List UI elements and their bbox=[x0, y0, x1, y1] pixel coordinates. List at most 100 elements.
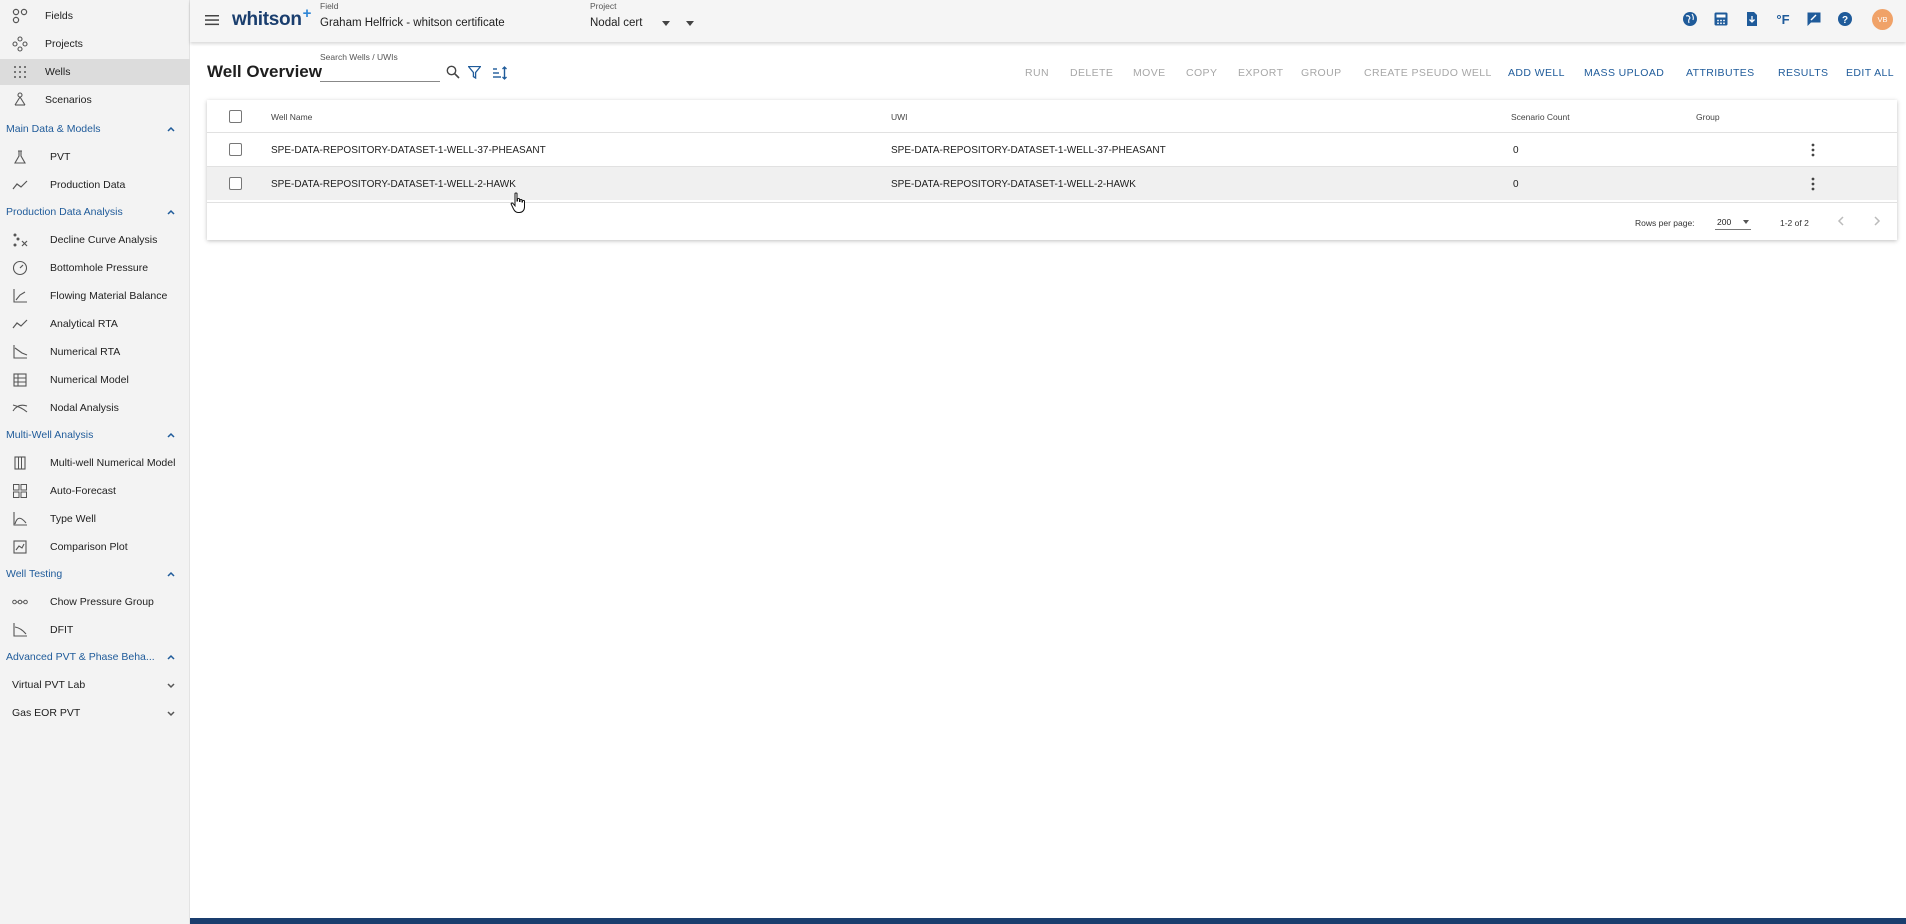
well-name-cell[interactable]: SPE-DATA-REPOSITORY-DATASET-1-WELL-37-PH… bbox=[271, 145, 546, 156]
project-caption: Project bbox=[590, 1, 617, 11]
search-field: Search Wells / UWIs bbox=[320, 52, 460, 84]
temperature-unit-toggle[interactable]: °F bbox=[1774, 10, 1792, 28]
feedback-icon[interactable] bbox=[1805, 10, 1823, 28]
sidebar-item-decline-curve-analysis[interactable]: Decline Curve Analysis bbox=[0, 227, 190, 253]
sidebar-group-gas-eor-pvt[interactable]: Gas EOR PVT bbox=[0, 701, 190, 725]
scenario-count-cell: 0 bbox=[1513, 179, 1519, 190]
sidebar-item-wells[interactable]: Wells bbox=[0, 59, 190, 85]
chart-icon bbox=[12, 288, 28, 304]
section-multi-well-analysis[interactable]: Multi-Well Analysis bbox=[0, 423, 190, 447]
hamburger-menu-icon[interactable] bbox=[204, 12, 220, 28]
filter-icon[interactable] bbox=[468, 66, 481, 79]
sidebar-item-type-well[interactable]: Type Well bbox=[0, 506, 190, 532]
globe-icon[interactable] bbox=[1681, 10, 1699, 28]
section-production-data-analysis[interactable]: Production Data Analysis bbox=[0, 200, 190, 224]
table-pagination: Rows per page: 200 1-2 of 2 bbox=[207, 202, 1897, 240]
sidebar-item-multi-well-numerical-model[interactable]: Multi-well Numerical Model bbox=[0, 450, 190, 476]
sidebar-group-label: Gas EOR PVT bbox=[12, 707, 81, 719]
edit-all-button[interactable]: EDIT ALL bbox=[1846, 67, 1894, 79]
column-header-group[interactable]: Group bbox=[1696, 112, 1720, 122]
sort-icon[interactable] bbox=[492, 66, 507, 80]
sidebar-item-dfit[interactable]: DFIT bbox=[0, 617, 190, 643]
sidebar-item-flowing-material-balance[interactable]: Flowing Material Balance bbox=[0, 283, 190, 309]
mass-upload-button[interactable]: MASS UPLOAD bbox=[1584, 67, 1664, 79]
row-checkbox[interactable] bbox=[229, 143, 242, 156]
add-well-button[interactable]: ADD WELL bbox=[1508, 67, 1565, 79]
sidebar-item-label: Production Data bbox=[50, 179, 126, 191]
chevron-left-icon[interactable] bbox=[1835, 215, 1847, 227]
section-title: Well Testing bbox=[6, 568, 63, 580]
decline-curve-icon bbox=[12, 232, 28, 248]
caret-down-icon bbox=[686, 21, 694, 26]
table-row[interactable]: SPE-DATA-REPOSITORY-DATASET-1-WELL-37-PH… bbox=[207, 132, 1897, 166]
uwi-cell: SPE-DATA-REPOSITORY-DATASET-1-WELL-2-HAW… bbox=[891, 179, 1136, 190]
decline-chart-icon bbox=[12, 344, 28, 360]
rows-per-page-select[interactable]: 200 bbox=[1715, 214, 1751, 230]
results-button[interactable]: RESULTS bbox=[1778, 67, 1828, 79]
sidebar-item-label: Analytical RTA bbox=[50, 318, 118, 330]
sidebar-item-label: DFIT bbox=[50, 624, 74, 636]
sidebar-item-bottomhole-pressure[interactable]: Bottomhole Pressure bbox=[0, 255, 190, 281]
search-input[interactable] bbox=[320, 64, 440, 82]
more-vert-icon[interactable] bbox=[1807, 143, 1819, 157]
sidebar-item-scenarios[interactable]: Scenarios bbox=[0, 87, 190, 113]
sidebar-item-numerical-model[interactable]: Numerical Model bbox=[0, 367, 190, 393]
column-header-well-name[interactable]: Well Name bbox=[271, 112, 312, 122]
row-checkbox[interactable] bbox=[229, 177, 242, 190]
sidebar-item-label: Wells bbox=[45, 66, 71, 78]
sidebar-item-label: Auto-Forecast bbox=[50, 485, 116, 497]
sidebar-item-numerical-rta[interactable]: Numerical RTA bbox=[0, 339, 190, 365]
create-pseudo-well-button[interactable]: CREATE PSEUDO WELL bbox=[1364, 67, 1492, 79]
run-button[interactable]: RUN bbox=[1025, 67, 1049, 79]
sidebar-item-analytical-rta[interactable]: Analytical RTA bbox=[0, 311, 190, 337]
wells-table: Well Name UWI Scenario Count Group SPE-D… bbox=[207, 100, 1897, 240]
sidebar-item-auto-forecast[interactable]: Auto-Forecast bbox=[0, 478, 190, 504]
app-logo[interactable]: whitson+ bbox=[232, 5, 311, 31]
well-name-cell[interactable]: SPE-DATA-REPOSITORY-DATASET-1-WELL-2-HAW… bbox=[271, 179, 516, 190]
sidebar-item-label: Fields bbox=[45, 10, 74, 22]
sidebar-item-label: Bottomhole Pressure bbox=[50, 262, 149, 274]
search-icon[interactable] bbox=[446, 65, 460, 79]
sidebar-item-chow-pressure-group[interactable]: Chow Pressure Group bbox=[0, 589, 190, 615]
delete-button[interactable]: DELETE bbox=[1070, 67, 1113, 79]
move-button[interactable]: MOVE bbox=[1133, 67, 1166, 79]
column-header-uwi[interactable]: UWI bbox=[891, 112, 908, 122]
sidebar-item-nodal-analysis[interactable]: Nodal Analysis bbox=[0, 395, 190, 421]
sidebar-item-label: Comparison Plot bbox=[50, 541, 128, 553]
page-title: Well Overview bbox=[207, 62, 322, 81]
sidebar-item-label: Multi-well Numerical Model bbox=[50, 457, 176, 469]
select-all-checkbox[interactable] bbox=[229, 110, 242, 123]
sidebar-item-pvt[interactable]: PVT bbox=[0, 144, 190, 170]
copy-button[interactable]: COPY bbox=[1186, 67, 1217, 79]
sidebar-item-comparison-plot[interactable]: Comparison Plot bbox=[0, 534, 190, 560]
group-button[interactable]: GROUP bbox=[1301, 67, 1342, 79]
sidebar-group-virtual-pvt-lab[interactable]: Virtual PVT Lab bbox=[0, 673, 190, 697]
section-main-data-models[interactable]: Main Data & Models bbox=[0, 117, 190, 141]
sidebar-item-fields[interactable]: Fields bbox=[0, 3, 190, 29]
more-vert-icon[interactable] bbox=[1807, 177, 1819, 191]
sidebar-item-label: Decline Curve Analysis bbox=[50, 234, 158, 246]
sidebar-item-label: PVT bbox=[50, 151, 71, 163]
document-download-icon[interactable] bbox=[1743, 10, 1761, 28]
user-avatar[interactable]: VB bbox=[1872, 9, 1893, 30]
chevron-right-icon[interactable] bbox=[1871, 215, 1883, 227]
sidebar-item-projects[interactable]: Projects bbox=[0, 31, 190, 57]
export-button[interactable]: EXPORT bbox=[1238, 67, 1283, 79]
project-selector[interactable]: Project Nodal cert bbox=[590, 0, 680, 40]
uwi-cell: SPE-DATA-REPOSITORY-DATASET-1-WELL-37-PH… bbox=[891, 145, 1166, 156]
chevron-up-icon bbox=[167, 432, 175, 438]
field-selector[interactable]: Field Graham Helfrick - whitson certific… bbox=[320, 0, 694, 40]
table-row[interactable]: SPE-DATA-REPOSITORY-DATASET-1-WELL-2-HAW… bbox=[207, 166, 1897, 200]
calculator-icon[interactable] bbox=[1712, 10, 1730, 28]
section-advanced-pvt[interactable]: Advanced PVT & Phase Beha... bbox=[0, 645, 190, 669]
section-well-testing[interactable]: Well Testing bbox=[0, 562, 190, 586]
column-header-scenario-count[interactable]: Scenario Count bbox=[1511, 112, 1570, 122]
chevron-up-icon bbox=[167, 126, 175, 132]
attributes-button[interactable]: ATTRIBUTES bbox=[1686, 67, 1755, 79]
help-icon[interactable]: ? bbox=[1836, 10, 1854, 28]
gauge-icon bbox=[12, 260, 28, 276]
chevron-up-icon bbox=[167, 654, 175, 660]
field-value: Graham Helfrick - whitson certificate bbox=[320, 17, 505, 29]
rows-per-page-label: Rows per page: bbox=[1635, 218, 1695, 228]
sidebar-item-production-data[interactable]: Production Data bbox=[0, 172, 190, 198]
